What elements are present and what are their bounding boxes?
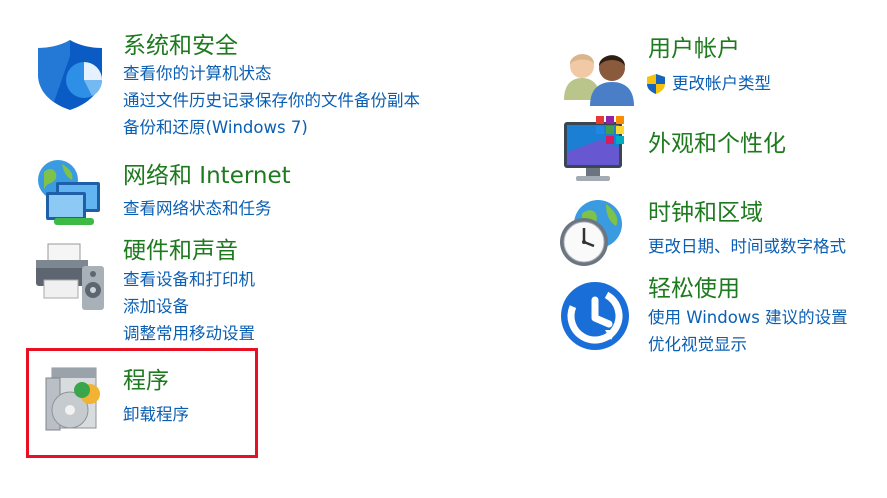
link-devices-printers[interactable]: 查看设备和打印机 [123,269,255,291]
link-change-account-type[interactable]: 更改帐户类型 [646,73,771,95]
link-change-account-type-label: 更改帐户类型 [672,74,771,93]
category-user-accounts-title[interactable]: 用户帐户 [648,35,740,63]
category-hardware-sound-title[interactable]: 硬件和声音 [123,237,238,265]
category-appearance-title[interactable]: 外观和个性化 [648,130,786,158]
link-change-date-time-format[interactable]: 更改日期、时间或数字格式 [648,236,846,258]
user-accounts-icon[interactable] [560,38,636,114]
uac-shield-icon [647,74,665,94]
link-view-computer-status[interactable]: 查看你的计算机状态 [123,63,272,85]
network-globe-icon[interactable] [32,156,108,232]
printer-speaker-icon[interactable] [32,238,108,314]
security-shield-icon[interactable] [32,36,108,112]
link-optimize-visual-display[interactable]: 优化视觉显示 [648,334,747,356]
ease-of-access-icon[interactable] [557,278,633,354]
appearance-monitor-icon[interactable] [560,112,636,188]
clock-globe-icon[interactable] [556,196,632,272]
link-mobility-settings[interactable]: 调整常用移动设置 [123,323,255,345]
category-network-title[interactable]: 网络和 Internet [123,162,291,190]
category-clock-region-title[interactable]: 时钟和区域 [648,199,763,227]
highlight-box [26,348,258,458]
link-view-network-status[interactable]: 查看网络状态和任务 [123,198,272,220]
link-backup-restore[interactable]: 备份和还原(Windows 7) [123,117,308,139]
link-recommended-settings[interactable]: 使用 Windows 建议的设置 [648,307,848,329]
link-file-history-backup[interactable]: 通过文件历史记录保存你的文件备份副本 [123,90,420,112]
category-system-security-title[interactable]: 系统和安全 [123,32,238,60]
category-ease-of-access-title[interactable]: 轻松使用 [648,275,740,303]
link-add-device[interactable]: 添加设备 [123,296,189,318]
